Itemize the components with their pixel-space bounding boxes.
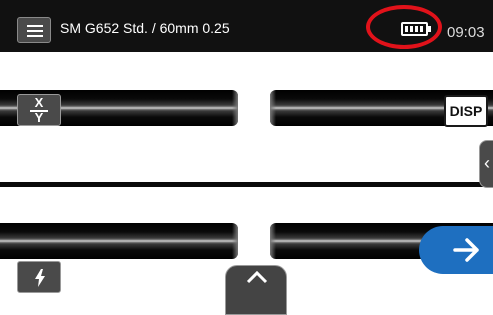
x-label: X (34, 95, 44, 110)
lightning-bolt-icon (35, 269, 45, 287)
menu-button[interactable] (17, 17, 51, 43)
chevron-up-icon (246, 270, 268, 284)
y-label: Y (34, 110, 44, 125)
next-step-button[interactable] (419, 226, 493, 274)
arc-discharge-button[interactable] (17, 261, 61, 293)
battery-highlight-annotation (366, 5, 442, 49)
hamburger-menu-icon (27, 25, 43, 27)
bottom-panel-tab[interactable] (225, 265, 287, 315)
fiber-profile-title[interactable]: SM G652 Std. / 60mm 0.25 (60, 20, 230, 36)
left-fiber-image (0, 223, 238, 259)
xy-view-toggle-button[interactable]: X Y (17, 94, 61, 126)
clock: 09:03 (447, 24, 485, 41)
arrow-right-icon (453, 238, 479, 262)
view-divider (0, 182, 493, 187)
display-button[interactable]: DISP (444, 95, 488, 127)
side-panel-tab[interactable]: ‹ (479, 140, 493, 188)
chevron-left-icon: ‹ (484, 153, 490, 173)
